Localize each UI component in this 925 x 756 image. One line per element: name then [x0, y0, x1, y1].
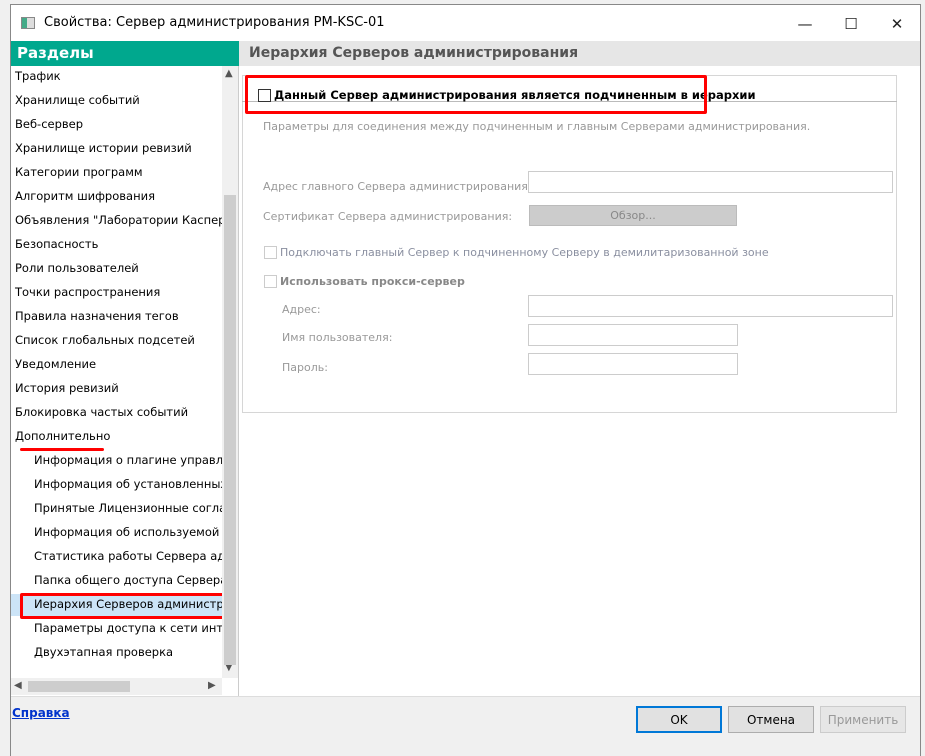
minimize-button[interactable]: — [782, 5, 828, 42]
sidebar-item-user-roles[interactable]: Роли пользователей [11, 258, 222, 280]
scroll-up-icon[interactable]: ▲ [225, 68, 233, 79]
sidebar-item-event-storage[interactable]: Хранилище событий [11, 90, 222, 112]
browse-button[interactable]: Обзор... [529, 205, 737, 226]
sidebar-item-web-server[interactable]: Веб-сервер [11, 114, 222, 136]
proxy-password-label: Пароль: [282, 361, 328, 374]
sidebar-item-advanced[interactable]: Дополнительно [11, 426, 222, 448]
sidebar-item-internet-access[interactable]: Параметры доступа к сети интернет [11, 618, 222, 640]
scroll-left-icon[interactable]: ◀ [14, 680, 22, 691]
sidebar-item-server-stats[interactable]: Статистика работы Сервера админи [11, 546, 222, 568]
sidebar-item-app-categories[interactable]: Категории программ [11, 162, 222, 184]
sidebar-item-database-info[interactable]: Информация об используемой базе д [11, 522, 222, 544]
sidebar-item-installed-plugins[interactable]: Информация об установленных плаги [11, 474, 222, 496]
sidebar-item-plugin-info[interactable]: Информация о плагине управления С [11, 450, 222, 472]
sections-header: Разделы [11, 41, 239, 66]
app-icon [21, 17, 35, 29]
scroll-right-icon[interactable]: ▶ [208, 680, 216, 691]
proxy-address-input[interactable] [528, 295, 893, 317]
maximize-button[interactable]: ☐ [828, 5, 874, 42]
vertical-scroll-thumb[interactable] [224, 195, 236, 665]
proxy-address-label: Адрес: [282, 303, 321, 316]
title-bar: Свойства: Сервер администрирования PM-KS… [11, 5, 920, 42]
proxy-user-label: Имя пользователя: [282, 331, 393, 344]
description-text: Параметры для соединения между подчиненн… [263, 120, 811, 133]
sidebar-item-tag-rules[interactable]: Правила назначения тегов [11, 306, 222, 328]
proxy-checkbox-row[interactable]: Использовать прокси-сервер [264, 275, 465, 288]
sidebar-item-global-subnets[interactable]: Список глобальных подсетей [11, 330, 222, 352]
ok-button[interactable]: OK [636, 706, 722, 733]
cancel-button[interactable]: Отмена [728, 706, 814, 733]
close-button[interactable]: ✕ [874, 5, 920, 42]
dmz-checkbox[interactable] [264, 246, 277, 259]
sections-list: Трафик Хранилище событий Веб-сервер Хран… [11, 66, 222, 678]
sidebar-item-encryption[interactable]: Алгоритм шифрования [11, 186, 222, 208]
sidebar-item-revision-history[interactable]: История ревизий [11, 378, 222, 400]
sidebar-item-revision-storage[interactable]: Хранилище истории ревизий [11, 138, 222, 160]
sidebar-item-shared-folder[interactable]: Папка общего доступа Сервера адми [11, 570, 222, 592]
sidebar-item-traffic[interactable]: Трафик [11, 66, 222, 88]
proxy-checkbox[interactable] [264, 275, 277, 288]
divider [238, 66, 239, 696]
certificate-label: Сертификат Сервера администрирования: [263, 210, 513, 223]
dmz-checkbox-row[interactable]: Подключать главный Сервер к подчиненному… [264, 246, 769, 259]
dmz-checkbox-label[interactable]: Подключать главный Сервер к подчиненному… [280, 246, 769, 259]
sidebar-item-frequent-events[interactable]: Блокировка частых событий [11, 402, 222, 424]
red-highlight-annotation [245, 75, 707, 114]
sidebar-item-announcements[interactable]: Объявления "Лаборатории Касперского" [11, 210, 222, 232]
sidebar-item-distribution-points[interactable]: Точки распространения [11, 282, 222, 304]
proxy-password-input[interactable] [528, 353, 738, 375]
proxy-checkbox-label[interactable]: Использовать прокси-сервер [280, 275, 465, 288]
proxy-user-input[interactable] [528, 324, 738, 346]
sidebar-item-license-agreements[interactable]: Принятые Лицензионные соглашения [11, 498, 222, 520]
help-link[interactable]: Справка [12, 706, 70, 720]
sidebar-item-notification[interactable]: Уведомление [11, 354, 222, 376]
window-title: Свойства: Сервер администрирования PM-KS… [44, 15, 385, 30]
sidebar-item-security[interactable]: Безопасность [11, 234, 222, 256]
red-highlight-annotation [20, 593, 222, 619]
page-title: Иерархия Серверов администрирования [239, 41, 920, 66]
horizontal-scroll-thumb[interactable] [28, 681, 130, 692]
master-address-label: Адрес главного Сервера администрирования… [263, 180, 532, 193]
master-address-input[interactable] [528, 171, 893, 193]
apply-button[interactable]: Применить [820, 706, 906, 733]
sidebar-item-two-step-verification[interactable]: Двухэтапная проверка [11, 642, 222, 664]
